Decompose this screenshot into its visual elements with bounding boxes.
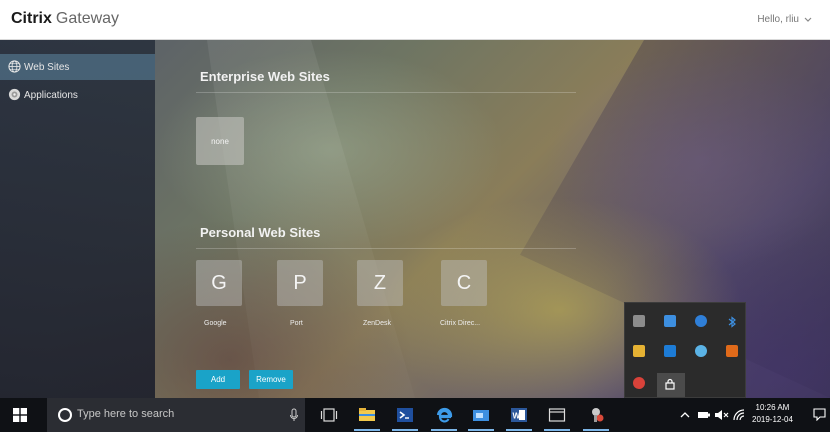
brand-name: Citrix (11, 10, 52, 27)
running-indicator (392, 429, 418, 431)
apps-icon (8, 88, 21, 101)
running-indicator (468, 429, 494, 431)
wifi-icon[interactable] (733, 409, 746, 421)
sidebar: Web Sites Applications (0, 40, 155, 398)
tile-port[interactable]: P (277, 260, 323, 306)
enterprise-section-title: Enterprise Web Sites (200, 69, 330, 84)
section-divider (196, 92, 576, 93)
app-icon[interactable] (664, 315, 676, 327)
edge-browser-icon[interactable] (434, 405, 454, 425)
window-app-icon[interactable] (548, 406, 566, 424)
sidebar-item-label: Applications (24, 89, 78, 101)
app-header: Citrix Gateway Hello, rliu (0, 0, 830, 40)
tile-text: none (211, 136, 229, 146)
sidebar-item-applications[interactable]: Applications (0, 82, 155, 108)
user-greeting: Hello, rliu (757, 14, 799, 25)
chat-icon[interactable] (633, 315, 645, 327)
sidebar-item-label: Web Sites (24, 61, 70, 73)
windows-start-icon[interactable] (13, 408, 27, 422)
tile-letter: Z (373, 271, 387, 294)
citrix-receiver-icon[interactable] (695, 315, 707, 327)
personal-section-title: Personal Web Sites (200, 225, 321, 240)
tile-letter: G (211, 271, 227, 294)
tile-google[interactable]: G (196, 260, 242, 306)
cortana-icon (58, 408, 72, 422)
tile-label-zendesk: ZenDesk (363, 320, 392, 327)
security-icon[interactable] (633, 377, 645, 389)
clock-date: 2019-12-04 (752, 415, 793, 424)
add-button[interactable]: Add (196, 370, 240, 389)
tile-letter: C (456, 271, 472, 294)
system-tray-flyout (624, 302, 746, 398)
battery-icon[interactable] (697, 409, 711, 421)
file-explorer-icon[interactable] (358, 406, 376, 424)
section-divider (196, 248, 576, 249)
lock-icon[interactable] (633, 345, 645, 357)
volume-muted-icon[interactable] (714, 408, 730, 422)
tile-zendesk[interactable]: Z (357, 260, 403, 306)
remove-button[interactable]: Remove (249, 370, 293, 389)
tile-label-google: Google (204, 320, 227, 327)
brand-product: Gateway (55, 10, 120, 27)
running-indicator (354, 429, 380, 431)
running-indicator (583, 429, 609, 431)
network-app-icon[interactable] (587, 406, 605, 424)
chevron-up-icon[interactable] (680, 411, 690, 419)
vpn-lock-icon[interactable] (664, 377, 676, 390)
tile-citrix-direc[interactable]: C (441, 260, 487, 306)
powershell-icon[interactable] (396, 406, 414, 424)
running-indicator (431, 429, 457, 431)
background-facet (207, 40, 415, 398)
sidebar-item-web-sites[interactable]: Web Sites (0, 54, 155, 80)
edge-app-icon[interactable] (695, 345, 707, 357)
skype-icon[interactable] (664, 345, 676, 357)
action-center-icon[interactable] (813, 408, 826, 421)
running-indicator (544, 429, 570, 431)
task-view-icon[interactable] (320, 406, 338, 424)
app-icon[interactable] (726, 345, 738, 357)
tile-label-port: Port (290, 320, 303, 327)
mail-icon[interactable] (472, 406, 490, 424)
search-placeholder: Type here to search (77, 408, 175, 420)
running-indicator (506, 429, 532, 431)
bluetooth-icon[interactable] (726, 315, 738, 328)
globe-icon (8, 60, 21, 73)
taskbar: Type here to search W 10:26 AM 2019-12-0… (0, 398, 830, 432)
brand-logo: Citrix Gateway (11, 10, 119, 28)
chevron-down-icon (804, 17, 812, 22)
microphone-icon[interactable] (289, 408, 299, 422)
tile-letter: P (293, 271, 307, 294)
taskbar-clock[interactable]: 10:26 AM 2019-12-04 (752, 402, 793, 426)
tile-label-citrix-direc: Citrix Direc... (440, 320, 481, 327)
enterprise-tile-none: none (196, 117, 244, 165)
svg-text:W: W (513, 412, 521, 421)
user-menu[interactable]: Hello, rliu (757, 14, 812, 25)
clock-time: 10:26 AM (755, 403, 790, 412)
word-icon[interactable]: W (510, 406, 528, 424)
taskbar-search[interactable]: Type here to search (47, 398, 305, 432)
